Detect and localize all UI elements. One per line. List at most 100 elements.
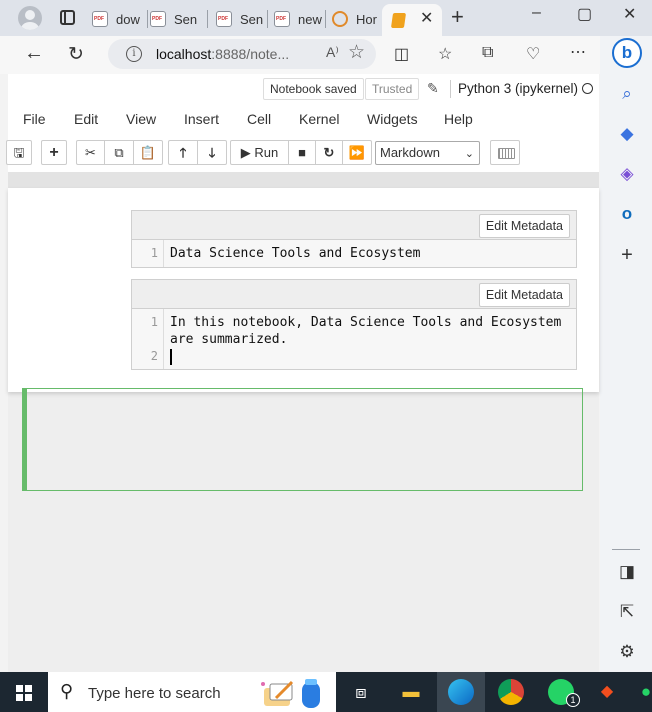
run-button[interactable]: ▶ Run [231, 141, 289, 164]
read-aloud-icon[interactable]: A⁾ [326, 44, 339, 61]
text-cursor [170, 349, 172, 365]
address-bar-row: ← ↻ i localhost:8888/note... A⁾ ☆ ◫ ☆ ⧉ … [0, 36, 600, 74]
notebook-header: Notebook saved Trusted ✎ Python 3 (ipyke… [6, 74, 599, 174]
hide-sidebar-icon[interactable]: ◨ [618, 562, 636, 582]
tab-actions-icon[interactable] [60, 10, 75, 25]
notebook-page: Edit Metadata 1 Data Science Tools and E… [8, 188, 599, 491]
paste-icon[interactable]: 📋 [134, 141, 162, 164]
menu-cell[interactable]: Cell [247, 111, 271, 127]
browser-essentials-icon[interactable]: ♡ [526, 44, 540, 64]
menu-view[interactable]: View [126, 111, 156, 127]
search-placeholder: Type here to search [88, 685, 221, 702]
copilot-icon[interactable]: ◈ [618, 164, 636, 184]
tab-sen-2[interactable]: Sen [216, 6, 268, 32]
address-input[interactable]: i localhost:8888/note... A⁾ ☆ [108, 39, 376, 69]
keyboard-shortcuts-icon[interactable] [490, 140, 520, 165]
tray-app-icon[interactable]: ● [640, 679, 652, 705]
edge-sidebar: b ⌕ ◆ ◈ o + ◨ ⇱ ⚙ [600, 36, 652, 676]
tab-new[interactable]: new [274, 6, 326, 32]
tab-label: Hor [356, 11, 377, 27]
tab-dow[interactable]: dow [92, 6, 148, 32]
tab-label: new [298, 11, 322, 27]
copy-icon[interactable]: ⧉ [105, 141, 134, 164]
selected-cell-indicator [22, 388, 27, 491]
new-tab-button[interactable]: + [451, 4, 464, 30]
pdf-file-icon [216, 11, 232, 27]
profile-avatar-icon[interactable] [18, 6, 42, 30]
tab-sen-1[interactable]: Sen [150, 6, 208, 32]
cell-editor[interactable]: 1 Data Science Tools and Ecosystem [131, 239, 577, 268]
close-window-button[interactable]: ✕ [623, 4, 636, 24]
line-number: 1 [150, 246, 158, 260]
move-down-icon[interactable]: 🡓 [198, 141, 226, 164]
favorites-icon[interactable]: ☆ [438, 44, 452, 64]
cell-type-select[interactable]: Markdown ⌄ [375, 141, 480, 165]
pdf-file-icon [150, 11, 166, 27]
external-link-icon[interactable]: ⇱ [618, 602, 636, 622]
notebook-toolbar: 🖫 + ✂ ⧉ 📋 🡑 🡓 ▶ Run ■ ↻ ⏩ Markdown ⌄ [6, 140, 599, 170]
tab-active-jupyter[interactable]: ✕ [382, 4, 442, 36]
jupyter-notebook-icon [390, 13, 407, 28]
stop-icon[interactable]: ■ [289, 141, 316, 164]
menu-widgets[interactable]: Widgets [367, 111, 418, 127]
figma-icon[interactable]: ◆ [600, 679, 614, 705]
edit-metadata-button[interactable]: Edit Metadata [478, 283, 570, 307]
markdown-cell[interactable]: Edit Metadata 1 Data Science Tools and E… [131, 210, 577, 270]
taskbar-search-input[interactable]: ⚲ Type here to search [48, 672, 336, 712]
windows-start-icon[interactable] [16, 685, 32, 701]
kernel-status-icon [582, 83, 593, 94]
maximize-button[interactable]: ▢ [577, 4, 592, 24]
edit-metadata-button[interactable]: Edit Metadata [478, 214, 570, 238]
search-icon: ⚲ [60, 681, 74, 701]
minimize-button[interactable]: – [532, 4, 541, 22]
restart-icon[interactable]: ↻ [316, 141, 343, 164]
browser-tab-strip: dow Sen Sen new Hor ✕ + – ▢ ✕ [0, 0, 652, 36]
tab-label: Sen [174, 11, 198, 27]
jupyter-notebook: Notebook saved Trusted ✎ Python 3 (ipyke… [6, 74, 599, 672]
menu-help[interactable]: Help [444, 111, 473, 127]
info-icon[interactable]: i [126, 46, 142, 62]
search-icon[interactable]: ⌕ [618, 84, 636, 104]
chrome-browser-icon[interactable] [498, 679, 524, 705]
back-arrow-icon[interactable]: ← [24, 42, 44, 65]
run-group: ▶ Run ■ ↻ ⏩ [230, 140, 372, 165]
edit-pencil-icon[interactable]: ✎ [427, 80, 439, 97]
cell-editor[interactable]: 1 In this notebook, Data Science Tools a… [131, 308, 577, 370]
pdf-file-icon [274, 11, 290, 27]
add-sidebar-app-icon[interactable]: + [618, 244, 636, 267]
menu-insert[interactable]: Insert [184, 111, 219, 127]
menu-file[interactable]: File [23, 111, 46, 127]
favorite-star-icon[interactable]: ☆ [348, 41, 365, 64]
trusted-indicator[interactable]: Trusted [365, 78, 420, 100]
edge-browser-icon[interactable] [448, 679, 474, 705]
shopping-tag-icon[interactable]: ◆ [618, 124, 636, 144]
more-options-icon[interactable]: ⋯ [570, 42, 586, 62]
outlook-icon[interactable]: o [618, 204, 636, 224]
task-view-icon[interactable]: ⧈ [348, 679, 374, 705]
url-text: localhost:8888/note... [156, 46, 290, 62]
tab-hor[interactable]: Hor [332, 6, 380, 32]
insert-cell-icon[interactable]: + [41, 140, 67, 165]
markdown-cell-editing[interactable]: Edit Metadata 1 In this notebook, Data S… [131, 279, 577, 371]
menu-edit[interactable]: Edit [74, 111, 98, 127]
collections-icon[interactable]: ⧉ [482, 44, 493, 62]
settings-gear-icon[interactable]: ⚙ [618, 642, 636, 662]
tab-label: dow [116, 11, 140, 27]
save-icon[interactable]: 🖫 [6, 140, 32, 165]
move-group: 🡑 🡓 [168, 140, 227, 165]
cut-icon[interactable]: ✂ [77, 141, 105, 164]
file-explorer-icon[interactable]: ▬ [398, 679, 424, 705]
loading-icon [332, 11, 348, 27]
kernel-name: Python 3 (ipykernel) [450, 80, 578, 98]
chevron-down-icon: ⌄ [464, 148, 474, 160]
split-screen-icon[interactable]: ◫ [394, 44, 409, 64]
code-line: In this notebook, Data Science Tools and… [170, 315, 562, 330]
clipboard-group: ✂ ⧉ 📋 [76, 140, 163, 165]
menu-kernel[interactable]: Kernel [299, 111, 339, 127]
cell-type-value: Markdown [380, 145, 440, 160]
fast-forward-icon[interactable]: ⏩ [343, 141, 371, 164]
move-up-icon[interactable]: 🡑 [169, 141, 198, 164]
close-tab-icon[interactable]: ✕ [420, 8, 433, 28]
refresh-icon[interactable]: ↻ [68, 43, 84, 66]
bing-chat-icon[interactable]: b [612, 38, 642, 68]
